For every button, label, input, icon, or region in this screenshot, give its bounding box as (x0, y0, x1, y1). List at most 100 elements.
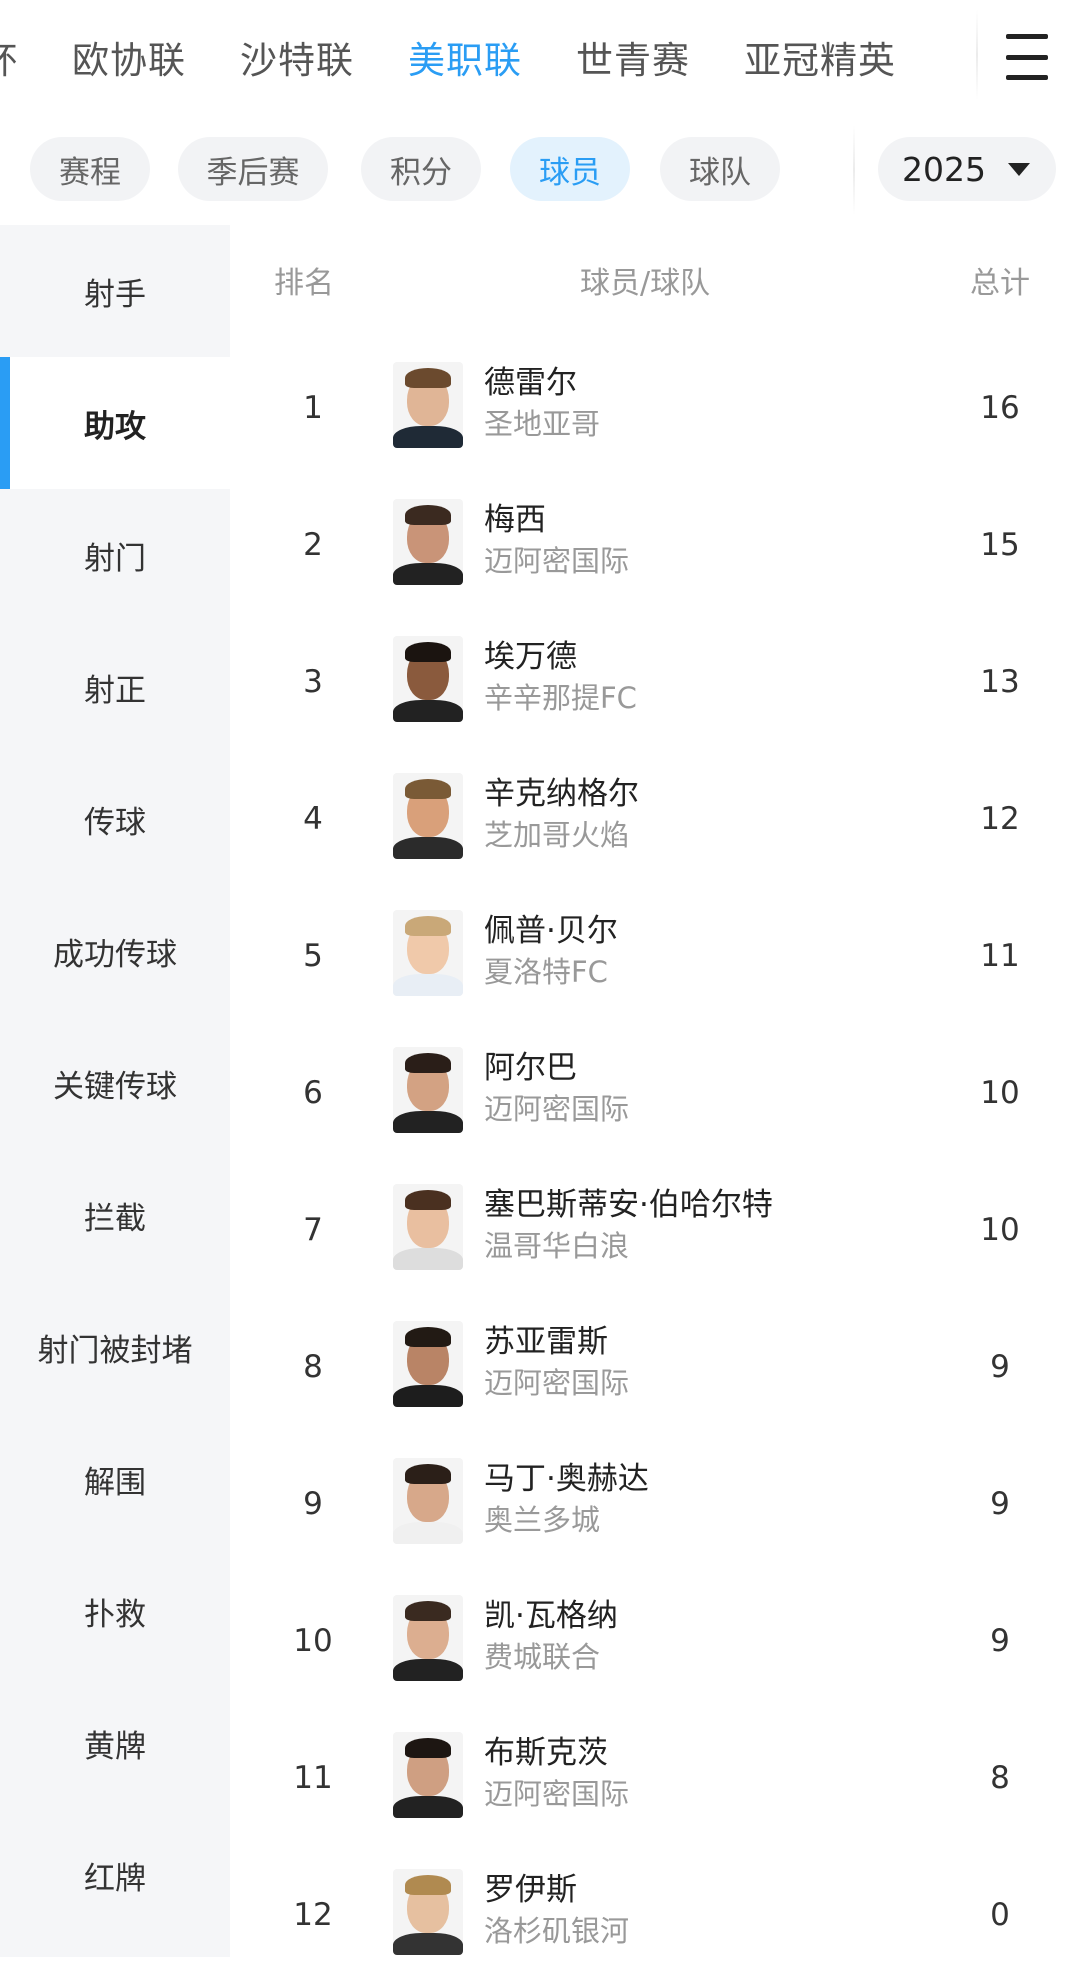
category-item[interactable]: 助攻 (0, 357, 230, 489)
total-cell: 15 (980, 526, 1020, 563)
caret-down-icon (1008, 163, 1030, 176)
player-name: 塞巴斯蒂安·伯哈尔特 (484, 1187, 773, 1223)
player-name: 苏亚雷斯 (484, 1324, 608, 1360)
sub-tab[interactable]: 球员 (510, 137, 630, 201)
category-item[interactable]: 拦截 (0, 1149, 230, 1281)
table-row[interactable]: 11 布斯克茨迈阿密国际 8 (230, 1709, 1080, 1846)
rank-cell: 2 (303, 526, 323, 563)
player-name: 德雷尔 (484, 365, 577, 401)
category-item[interactable]: 解围 (0, 1413, 230, 1545)
category-item[interactable]: 传球 (0, 753, 230, 885)
player-team: 迈阿密国际 (484, 1366, 630, 1400)
stat-category-sidebar: 射手 助攻 射门 射正 传球 成功传球 关键传球 拦截 射门被封堵 解围 扑救 黄牌 红牌 (0, 225, 230, 1957)
player-team: 费城联合 (484, 1640, 601, 1674)
rank-cell: 10 (293, 1622, 333, 1659)
season-select-value: 2025 (902, 149, 986, 189)
sub-tab[interactable]: 球队 (660, 137, 780, 201)
sub-tab-bar: 赛程 季后赛 积分 球员 球队 2025 (0, 113, 1080, 225)
table-row[interactable]: 8 苏亚雷斯 迈阿密国际 9 (230, 1298, 1080, 1435)
player-team: 夏洛特FC (484, 955, 608, 989)
rank-cell: 3 (303, 663, 323, 700)
league-tab[interactable]: 欧协联 (72, 30, 186, 84)
player-avatar (393, 1047, 463, 1133)
league-tab[interactable]: 沙特联 (240, 30, 354, 84)
table-row[interactable]: 12 罗伊斯洛杉矶银河 0 (230, 1846, 1080, 1983)
player-team: 圣地亚哥 (484, 407, 601, 441)
rank-cell: 6 (303, 1074, 323, 1111)
player-team: 奥兰多城 (484, 1503, 601, 1537)
league-tab[interactable]: 美职联 (408, 30, 522, 84)
table-row[interactable]: 3 埃万德 辛辛那提FC 13 (230, 613, 1080, 750)
total-cell: 8 (990, 1759, 1010, 1796)
total-cell: 9 (990, 1622, 1010, 1659)
total-cell: 9 (990, 1485, 1010, 1522)
player-avatar (393, 1732, 463, 1818)
category-item[interactable]: 扑救 (0, 1545, 230, 1677)
player-name: 罗伊斯 (484, 1872, 577, 1908)
table-row[interactable]: 6 阿尔巴迈阿密国际 10 (230, 1024, 1080, 1161)
category-item[interactable]: 射手 (0, 225, 230, 357)
category-item[interactable]: 黄牌 (0, 1677, 230, 1809)
player-name: 埃万德 (484, 639, 577, 675)
league-tabs: 杯欧协联沙特联美职联世青赛亚冠精英 (0, 0, 970, 113)
table-row[interactable]: 1 德雷尔圣地亚哥 16 (230, 339, 1080, 476)
hamburger-menu-icon[interactable] (1000, 30, 1054, 84)
rank-cell: 12 (293, 1896, 333, 1933)
league-tab[interactable]: 亚冠精英 (744, 30, 896, 84)
table-row[interactable]: 4 辛克纳格尔芝加哥火焰 12 (230, 750, 1080, 887)
league-tab-bar: 杯欧协联沙特联美职联世青赛亚冠精英 (0, 0, 1080, 113)
player-team: 迈阿密国际 (484, 544, 630, 578)
table-row[interactable]: 10 凯·瓦格纳费城联合 9 (230, 1572, 1080, 1709)
player-avatar (393, 636, 463, 722)
player-name: 马丁·奥赫达 (484, 1461, 649, 1497)
category-item[interactable]: 射门被封堵 (0, 1281, 230, 1413)
player-team: 洛杉矶银河 (484, 1914, 630, 1948)
player-avatar (393, 1595, 463, 1681)
rank-cell: 1 (303, 389, 323, 426)
total-cell: 0 (990, 1896, 1010, 1933)
season-select[interactable]: 2025 (878, 137, 1056, 201)
category-item[interactable]: 射门 (0, 489, 230, 621)
player-avatar (393, 1321, 463, 1407)
league-tab[interactable]: 世青赛 (576, 30, 690, 84)
player-avatar (393, 773, 463, 859)
player-team: 温哥华白浪 (484, 1229, 630, 1263)
player-name: 辛克纳格尔 (484, 776, 639, 812)
player-name: 梅西 (484, 502, 546, 538)
category-item[interactable]: 射正 (0, 621, 230, 753)
sub-tab[interactable]: 季后赛 (178, 137, 328, 201)
table-row[interactable]: 2 梅西迈阿密国际 15 (230, 476, 1080, 613)
player-team: 迈阿密国际 (484, 1092, 630, 1126)
total-cell: 10 (980, 1074, 1020, 1111)
player-name: 阿尔巴 (484, 1050, 577, 1086)
category-item[interactable]: 关键传球 (0, 1017, 230, 1149)
sub-tab[interactable]: 赛程 (30, 137, 150, 201)
player-avatar (393, 910, 463, 996)
rank-cell: 7 (303, 1211, 323, 1248)
player-avatar (393, 499, 463, 585)
rank-cell: 9 (303, 1485, 323, 1522)
category-item[interactable]: 红牌 (0, 1809, 230, 1941)
rank-cell: 4 (303, 800, 323, 837)
category-item[interactable]: 成功传球 (0, 885, 230, 1017)
player-team: 芝加哥火焰 (484, 818, 630, 852)
rank-cell: 11 (293, 1759, 333, 1796)
league-divider (976, 10, 978, 100)
sub-divider (853, 125, 855, 215)
league-tab[interactable]: 杯 (0, 30, 18, 84)
total-cell: 9 (990, 1348, 1010, 1385)
player-name: 凯·瓦格纳 (484, 1598, 618, 1634)
player-avatar (393, 1184, 463, 1270)
sub-tab[interactable]: 积分 (361, 137, 481, 201)
total-cell: 10 (980, 1211, 1020, 1248)
player-team: 迈阿密国际 (484, 1777, 630, 1811)
table-row[interactable]: 5 佩普·贝尔 夏洛特FC 11 (230, 887, 1080, 1024)
total-cell: 13 (980, 663, 1020, 700)
player-name: 布斯克茨 (484, 1735, 608, 1771)
table-row[interactable]: 9 马丁·奥赫达 奥兰多城 9 (230, 1435, 1080, 1572)
table-row[interactable]: 7 塞巴斯蒂安·伯哈尔特 温哥华白浪 10 (230, 1161, 1080, 1298)
player-avatar (393, 1458, 463, 1544)
total-cell: 11 (980, 937, 1020, 974)
total-cell: 16 (980, 389, 1020, 426)
total-cell: 12 (980, 800, 1020, 837)
